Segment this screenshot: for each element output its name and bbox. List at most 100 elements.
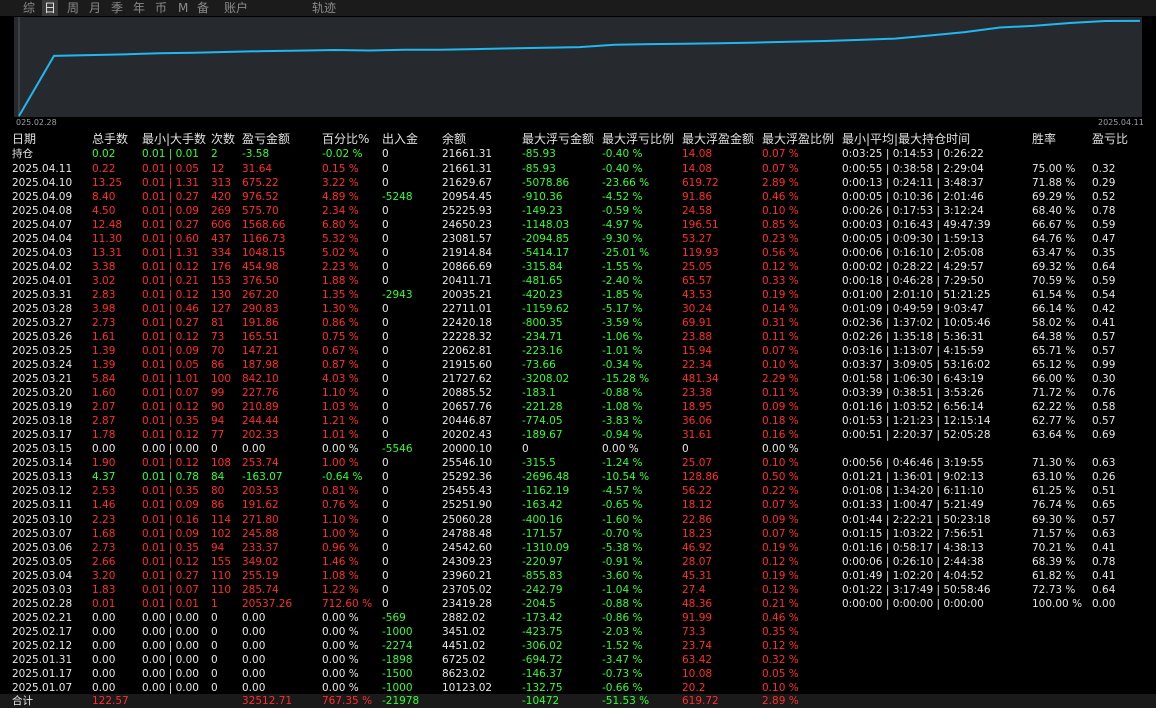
table-row[interactable]: 2025.03.13 4.37 0.01 | 0.78 84 -163.07 -0.64 … [0,470,1156,484]
cell-pl-ratio: 0.41 [1092,569,1116,582]
cell-percent: 0.87 % [322,359,359,372]
table-row[interactable]: 2025.03.11 1.46 0.01 | 0.09 86 191.62 0.76 % 0… [0,498,1156,512]
cell-max-float-profit-pct: 0.31 % [762,317,799,330]
table-row[interactable]: 2025.04.03 13.31 0.01 | 1.31 334 1048.15 5.02… [0,246,1156,260]
cell-max-float-loss: -5414.17 [522,247,570,260]
cell-pnl: 976.52 [242,191,279,204]
cell-win-rate: 58.02 % [1032,317,1076,330]
tab-10[interactable]: 轨迹 [310,0,338,16]
cell-max-float-profit-pct: 0.07 % [762,527,799,540]
table-row[interactable]: 2025.03.05 2.66 0.01 | 0.12 155 349.02 1.46 %… [0,555,1156,569]
table-row[interactable]: 2025.03.26 1.61 0.01 | 0.12 73 165.51 0.75 % 0… [0,330,1156,344]
cell-count: 90 [211,401,225,414]
table-row[interactable]: 2025.03.28 3.98 0.01 | 0.46 127 290.83 1.30 %… [0,302,1156,316]
cell-hold-time: 0:00:18 | 0:46:28 | 7:29:50 [842,275,984,288]
table-row[interactable]: 2025.02.12 0.00 0.00 | 0.00 0 0.00 0.00 % -227… [0,639,1156,653]
table-row[interactable]: 2025.04.02 3.38 0.01 | 0.12 176 454.98 2.23 %… [0,260,1156,274]
cell-count: 334 [211,247,232,260]
chart-x-end-label: 2025.04.11 [1098,118,1144,127]
cell-max-float-profit-pct: 0.11 % [762,331,799,344]
table-row[interactable]: 2025.02.28 0.01 0.01 | 0.01 1 20537.26 712.60… [0,597,1156,611]
cell-min-max-lots: 0.01 | 0.12 [142,429,199,442]
table-row[interactable]: 2025.03.03 1.83 0.01 | 0.07 110 285.74 1.22 %… [0,583,1156,597]
table-row[interactable]: 2025.03.04 3.20 0.01 | 0.27 110 255.19 1.08 %… [0,569,1156,583]
table-row[interactable]: 2025.04.08 4.50 0.01 | 0.09 269 575.70 2.34 %… [0,204,1156,218]
cell-max-float-loss: -1162.19 [522,485,570,498]
cell-date: 2025.01.17 [12,667,73,680]
table-row[interactable]: 2025.04.11 0.22 0.01 | 0.05 12 31.64 0.15 % 0 2… [0,162,1156,176]
table-row[interactable]: 2025.01.31 0.00 0.00 | 0.00 0 0.00 0.00 % -189… [0,653,1156,667]
cell-percent: 767.35 % [322,695,373,707]
table-row[interactable]: 2025.03.06 2.73 0.01 | 0.35 94 233.37 0.96 % 0… [0,541,1156,555]
cell-win-rate: 71.88 % [1032,177,1076,190]
cell-percent: 1.88 % [322,275,359,288]
table-row[interactable]: 2025.03.15 0.00 0.00 | 0.00 0 0.00 0.00 % -554… [0,442,1156,456]
cell-total-lots: 0.00 [92,625,116,638]
table-row[interactable]: 2025.03.31 2.83 0.01 | 0.12 130 267.20 1.35 %… [0,288,1156,302]
cell-balance: 余额 [442,132,467,146]
cell-deposit: 0 [382,317,389,330]
table-row[interactable]: 2025.03.21 5.84 0.01 | 1.01 100 842.10 4.03 %… [0,372,1156,386]
cell-win-rate: 66.67 % [1032,219,1076,232]
table-row[interactable]: 2025.01.07 0.00 0.00 | 0.00 0 0.00 0.00 % -100… [0,681,1156,695]
cell-date: 2025.02.21 [12,611,73,624]
cell-deposit: 0 [382,415,389,428]
cell-max-float-loss-pct: -1.55 % [602,261,643,274]
cell-hold-time: 0:01:49 | 1:02:20 | 4:04:52 [842,569,984,582]
table-row[interactable]: 2025.02.17 0.00 0.00 | 0.00 0 0.00 0.00 % -100… [0,625,1156,639]
cell-deposit: 0 [382,233,389,246]
cell-pl-ratio: 0.29 [1092,177,1116,190]
table-row[interactable]: 2025.04.04 11.30 0.01 | 0.60 437 1166.73 5.32… [0,232,1156,246]
table-row[interactable]: 2025.04.01 3.02 0.01 | 0.21 153 376.50 1.88 %… [0,274,1156,288]
table-row[interactable]: 2025.03.25 1.39 0.01 | 0.09 70 147.21 0.67 % 0… [0,344,1156,358]
cell-deposit: 0 [382,373,389,386]
table-row[interactable]: 2025.01.17 0.00 0.00 | 0.00 0 0.00 0.00 % -150… [0,667,1156,681]
cell-hold-time: 0:03:16 | 1:13:07 | 4:15:59 [842,345,984,358]
table-row[interactable]: 2025.04.07 12.48 0.01 | 0.27 606 1568.66 6.80… [0,218,1156,232]
table-row[interactable]: 2025.04.09 8.40 0.01 | 0.27 420 976.52 4.89 %… [0,190,1156,204]
table-row[interactable]: 2025.03.17 1.78 0.01 | 0.12 77 202.33 1.01 % 0… [0,428,1156,442]
tab-1[interactable]: 日 [42,0,58,16]
cell-min-max-lots: 0.01 | 0.46 [142,303,199,316]
cell-total-lots: 2.53 [92,485,116,498]
cell-hold-time: 0:01:08 | 1:34:20 | 6:11:10 [842,485,984,498]
cell-count: 0 [211,667,218,680]
cell-max-float-profit: 23.88 [682,331,713,344]
table-row[interactable]: 2025.03.18 2.87 0.01 | 0.35 94 244.44 1.21 % 0… [0,414,1156,428]
tab-0[interactable]: 综 [22,0,36,16]
cell-total-lots: 1.39 [92,359,116,372]
table-row[interactable]: 2025.03.20 1.60 0.01 | 0.07 99 227.76 1.10 % 0… [0,386,1156,400]
cell-deposit: 0 [382,331,389,344]
tab-9[interactable]: 账户 [222,0,250,16]
table-row[interactable]: 2025.03.24 1.39 0.01 | 0.05 86 187.98 0.87 % 0… [0,358,1156,372]
cell-max-float-profit: 10.08 [682,667,713,680]
table-row[interactable]: 2025.03.14 1.90 0.01 | 0.12 108 253.74 1.00 %… [0,456,1156,470]
tab-4[interactable]: 季 [110,0,124,16]
cell-count: 114 [211,513,232,526]
cell-percent: 1.30 % [322,303,359,316]
table-row[interactable]: 2025.03.19 2.07 0.01 | 0.12 90 210.89 1.03 % 0… [0,400,1156,414]
cell-max-float-profit: 18.95 [682,401,713,414]
cell-win-rate: 71.30 % [1032,457,1076,470]
cell-min-max-lots: 0.01 | 0.12 [142,261,199,274]
cell-date: 2025.04.07 [12,219,73,232]
table-row[interactable]: 2025.03.12 2.53 0.01 | 0.35 80 203.53 0.81 % 0… [0,484,1156,498]
cell-date: 2025.03.18 [12,415,73,428]
table-row[interactable]: 2025.03.07 1.68 0.01 | 0.09 102 245.88 1.00 %… [0,527,1156,541]
tab-6[interactable]: 币 [154,0,168,16]
cell-max-float-profit-pct: 0.12 % [762,583,799,596]
cell-win-rate: 61.25 % [1032,485,1076,498]
cell-max-float-profit: 69.91 [682,317,713,330]
table-row[interactable]: 2025.02.21 0.00 0.00 | 0.00 0 0.00 0.00 % -569… [0,611,1156,625]
tab-7[interactable]: M [178,0,188,16]
table-row[interactable]: 2025.04.10 13.25 0.01 | 1.31 313 675.22 3.22 … [0,176,1156,190]
tab-2[interactable]: 周 [66,0,80,16]
tab-8[interactable]: 备 [196,0,210,16]
table-row[interactable]: 2025.03.27 2.73 0.01 | 0.27 81 191.86 0.86 % 0… [0,316,1156,330]
tab-5[interactable]: 年 [132,0,146,16]
cell-total-lots: 2.73 [92,317,116,330]
cell-win-rate: 64.38 % [1032,331,1076,344]
cell-pnl: 675.22 [242,177,279,190]
tab-3[interactable]: 月 [88,0,102,16]
table-row[interactable]: 2025.03.10 2.23 0.01 | 0.16 114 271.80 1.10 %… [0,513,1156,527]
